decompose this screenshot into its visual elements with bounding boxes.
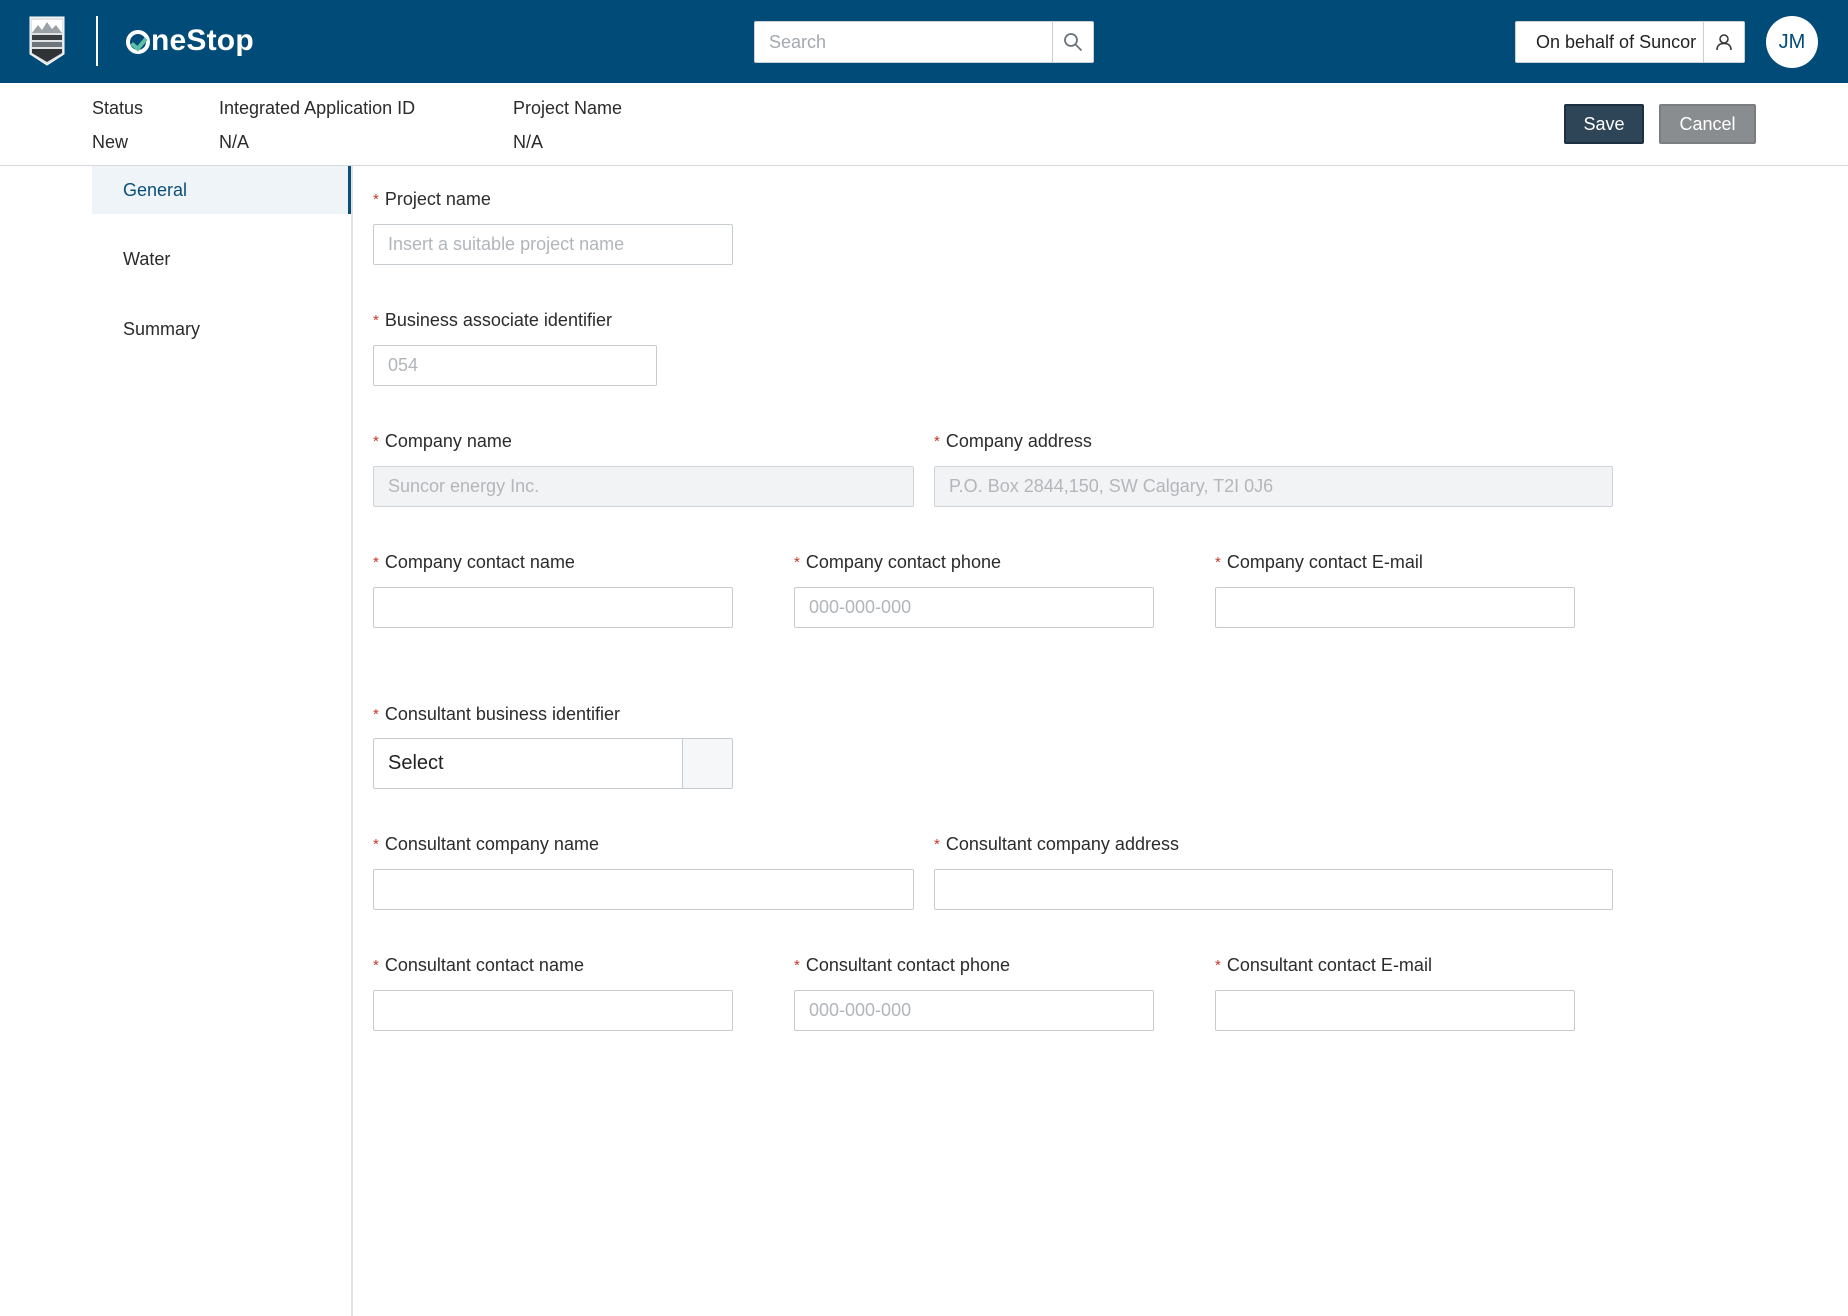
company-contact-name-label: * Company contact name bbox=[373, 552, 575, 572]
consultant-contact-email-input[interactable] bbox=[1215, 990, 1575, 1031]
consultant-company-address-input[interactable] bbox=[934, 869, 1613, 910]
required-marker: * bbox=[373, 957, 379, 974]
nav-item-summary[interactable]: Summary bbox=[92, 305, 351, 353]
company-name-input bbox=[373, 466, 914, 507]
project-name-field-label: * Project name bbox=[373, 189, 491, 209]
company-address-input bbox=[934, 466, 1613, 507]
consultant-company-name-input[interactable] bbox=[373, 869, 914, 910]
consultant-contact-phone-input[interactable] bbox=[794, 990, 1154, 1031]
dropdown-toggle[interactable] bbox=[682, 739, 732, 788]
alberta-crest-logo bbox=[29, 16, 65, 66]
required-marker: * bbox=[373, 836, 379, 853]
application-id-label: Integrated Application ID bbox=[219, 98, 416, 118]
required-marker: * bbox=[1215, 957, 1221, 974]
header-divider bbox=[96, 16, 98, 66]
application-id-meta: Integrated Application ID N/A bbox=[219, 98, 415, 166]
user-avatar[interactable]: JM bbox=[1766, 16, 1818, 68]
nav-item-general[interactable]: General bbox=[92, 166, 351, 214]
project-name-label: Project Name bbox=[513, 98, 623, 118]
top-bar: neStop On behalf of Suncor JM bbox=[0, 0, 1848, 83]
user-icon bbox=[1703, 22, 1744, 62]
consultant-contact-phone-label: * Consultant contact phone bbox=[794, 955, 1010, 975]
onestop-logo[interactable]: neStop bbox=[126, 18, 254, 64]
company-contact-email-label: * Company contact E-mail bbox=[1215, 552, 1423, 572]
company-contact-phone-label: * Company contact phone bbox=[794, 552, 1001, 572]
project-name-value: N/A bbox=[513, 132, 544, 152]
required-marker: * bbox=[934, 836, 940, 853]
side-navigation: General Water Summary bbox=[0, 166, 353, 1316]
on-behalf-selector[interactable]: On behalf of Suncor bbox=[1515, 21, 1745, 63]
status-label: Status bbox=[92, 98, 144, 118]
search-input[interactable] bbox=[755, 22, 1052, 62]
application-id-value: N/A bbox=[219, 132, 250, 152]
consultant-company-name-label: * Consultant company name bbox=[373, 834, 599, 854]
required-marker: * bbox=[794, 957, 800, 974]
save-button[interactable]: Save bbox=[1564, 104, 1644, 144]
required-marker: * bbox=[934, 433, 940, 450]
consultant-contact-name-label: * Consultant contact name bbox=[373, 955, 584, 975]
checkmark-o-icon bbox=[126, 30, 150, 54]
brand-text: neStop bbox=[151, 24, 254, 57]
required-marker: * bbox=[794, 554, 800, 571]
status-value: New bbox=[92, 132, 129, 152]
consultant-contact-email-label: * Consultant contact E-mail bbox=[1215, 955, 1432, 975]
consultant-business-identifier-select[interactable]: Select bbox=[373, 738, 733, 789]
business-associate-identifier-label: * Business associate identifier bbox=[373, 310, 612, 330]
project-name-input[interactable] bbox=[373, 224, 733, 265]
cancel-button[interactable]: Cancel bbox=[1659, 104, 1756, 144]
project-name-meta: Project Name N/A bbox=[513, 98, 622, 166]
required-marker: * bbox=[373, 433, 379, 450]
required-marker: * bbox=[1215, 554, 1221, 571]
company-contact-name-input[interactable] bbox=[373, 587, 733, 628]
company-contact-phone-input[interactable] bbox=[794, 587, 1154, 628]
select-value: Select bbox=[388, 752, 444, 774]
consultant-company-address-label: * Consultant company address bbox=[934, 834, 1179, 854]
company-address-label: * Company address bbox=[934, 431, 1092, 451]
search-box bbox=[754, 21, 1094, 63]
required-marker: * bbox=[373, 312, 379, 329]
required-marker: * bbox=[373, 554, 379, 571]
consultant-business-identifier-label: * Consultant business identifier bbox=[373, 704, 620, 724]
on-behalf-label: On behalf of Suncor bbox=[1536, 31, 1697, 52]
consultant-contact-name-input[interactable] bbox=[373, 990, 733, 1031]
status-meta: Status New bbox=[92, 98, 143, 166]
required-marker: * bbox=[373, 706, 379, 723]
nav-item-water[interactable]: Water bbox=[92, 235, 351, 283]
company-contact-email-input[interactable] bbox=[1215, 587, 1575, 628]
required-marker: * bbox=[373, 191, 379, 208]
application-summary-bar: Status New Integrated Application ID N/A… bbox=[0, 83, 1848, 166]
company-name-label: * Company name bbox=[373, 431, 512, 451]
business-associate-identifier-input[interactable] bbox=[373, 345, 657, 386]
search-button[interactable] bbox=[1052, 22, 1093, 62]
search-icon bbox=[1064, 33, 1082, 51]
